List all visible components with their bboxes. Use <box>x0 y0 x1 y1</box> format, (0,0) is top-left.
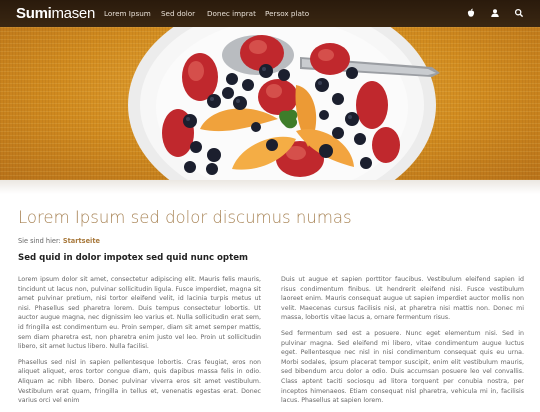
search-icon[interactable] <box>514 8 524 18</box>
fruit-bowl-image <box>128 27 440 180</box>
nav-item-donec-imprat[interactable]: Donec imprat <box>207 9 256 18</box>
nav-item-sed-dolor[interactable]: Sed dolor <box>161 9 195 18</box>
brand-bold: Sumi <box>16 5 52 22</box>
nav-item-lorem-ipsum[interactable]: Lorem Ipsum <box>104 9 151 18</box>
paragraph: Phasellus sed nisl in sapien pellentesqu… <box>18 358 261 405</box>
brand-logo[interactable]: Sumimasen <box>16 5 95 22</box>
brand-light: masen <box>51 5 96 22</box>
page-subtitle: Sed quid in dolor impotex sed quid nunc … <box>18 253 248 263</box>
content-column-left: Lorem ipsum dolor sit amet, consectetur … <box>18 275 261 412</box>
user-icon[interactable] <box>490 8 500 18</box>
breadcrumb: Sie sind hier: Startseite <box>18 237 100 245</box>
hero-image <box>0 27 540 180</box>
breadcrumb-prefix: Sie sind hier: <box>18 237 61 245</box>
hero-fade <box>0 180 540 194</box>
nav-item-persox-plato[interactable]: Persox plato <box>265 9 309 18</box>
apple-icon[interactable] <box>466 8 476 18</box>
top-navigation-bar: Sumimasen Lorem Ipsum Sed dolor Donec im… <box>0 0 540 27</box>
page-title: Lorem Ipsum sed dolor discumus numas <box>18 208 352 227</box>
paragraph: Lorem ipsum dolor sit amet, consectetur … <box>18 276 261 351</box>
breadcrumb-link-home[interactable]: Startseite <box>63 237 100 245</box>
paragraph: Sed fermentum sed est a posuere. Nunc eg… <box>281 329 524 405</box>
content-column-right: Duis ut augue et sapien porttitor faucib… <box>281 275 524 412</box>
paragraph: Duis ut augue et sapien porttitor faucib… <box>281 276 524 322</box>
